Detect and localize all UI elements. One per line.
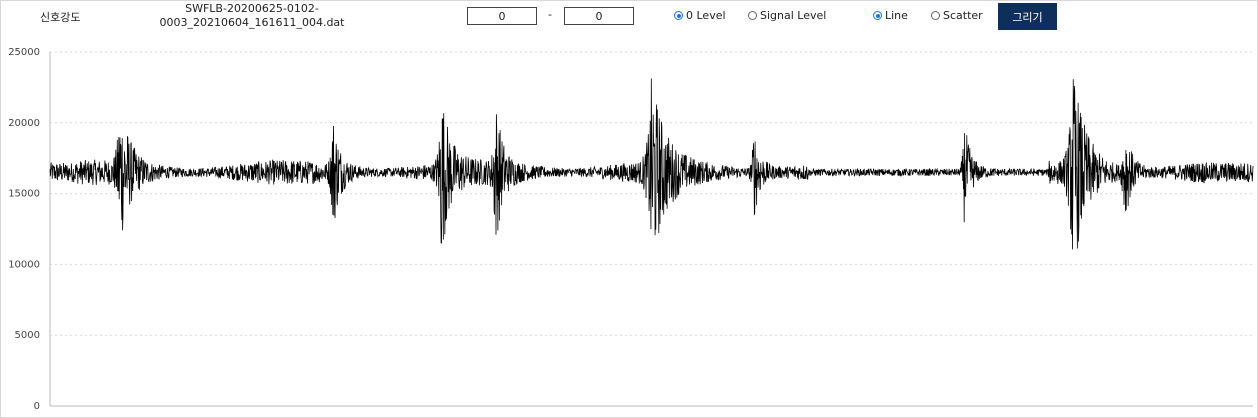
scatter-radio-label: Scatter: [943, 9, 983, 22]
range-separator: -: [548, 8, 552, 21]
y-tick-label: 0: [34, 401, 40, 412]
y-tick-label: 20000: [8, 118, 40, 129]
range-end-input[interactable]: [564, 7, 634, 25]
y-tick-label: 15000: [8, 189, 40, 200]
scatter-radio[interactable]: Scatter: [931, 9, 983, 22]
line-radio-dot[interactable]: [873, 11, 882, 20]
zero-level-radio-dot[interactable]: [674, 11, 683, 20]
zero-level-radio[interactable]: 0 Level: [674, 9, 726, 22]
zero-level-radio-label: 0 Level: [686, 9, 726, 22]
chart-title-label: 신호강도: [40, 11, 81, 24]
y-tick-label: 10000: [8, 259, 40, 270]
range-start-input[interactable]: [467, 7, 537, 25]
filename-line-2: 0003_20210604_161611_004.dat: [159, 16, 345, 29]
signal-level-radio-label: Signal Level: [760, 9, 827, 22]
signal-chart: 0 5000 10000 15000 20000 25000: [8, 47, 1254, 412]
filename-line-1: SWFLB-20200625-0102-: [185, 2, 319, 15]
y-tick-label: 5000: [15, 330, 40, 341]
line-radio-label: Line: [885, 9, 908, 22]
signal-line: [49, 78, 1254, 250]
draw-button[interactable]: 그리기: [998, 3, 1057, 30]
line-radio[interactable]: Line: [873, 9, 908, 22]
scatter-radio-dot[interactable]: [931, 11, 940, 20]
toolbar: 신호강도 SWFLB-20200625-0102- 0003_20210604_…: [0, 0, 1258, 36]
filename-label: SWFLB-20200625-0102- 0003_20210604_16161…: [152, 2, 352, 30]
signal-level-radio-dot[interactable]: [748, 11, 757, 20]
y-tick-label: 25000: [8, 47, 40, 58]
signal-level-radio[interactable]: Signal Level: [748, 9, 826, 22]
